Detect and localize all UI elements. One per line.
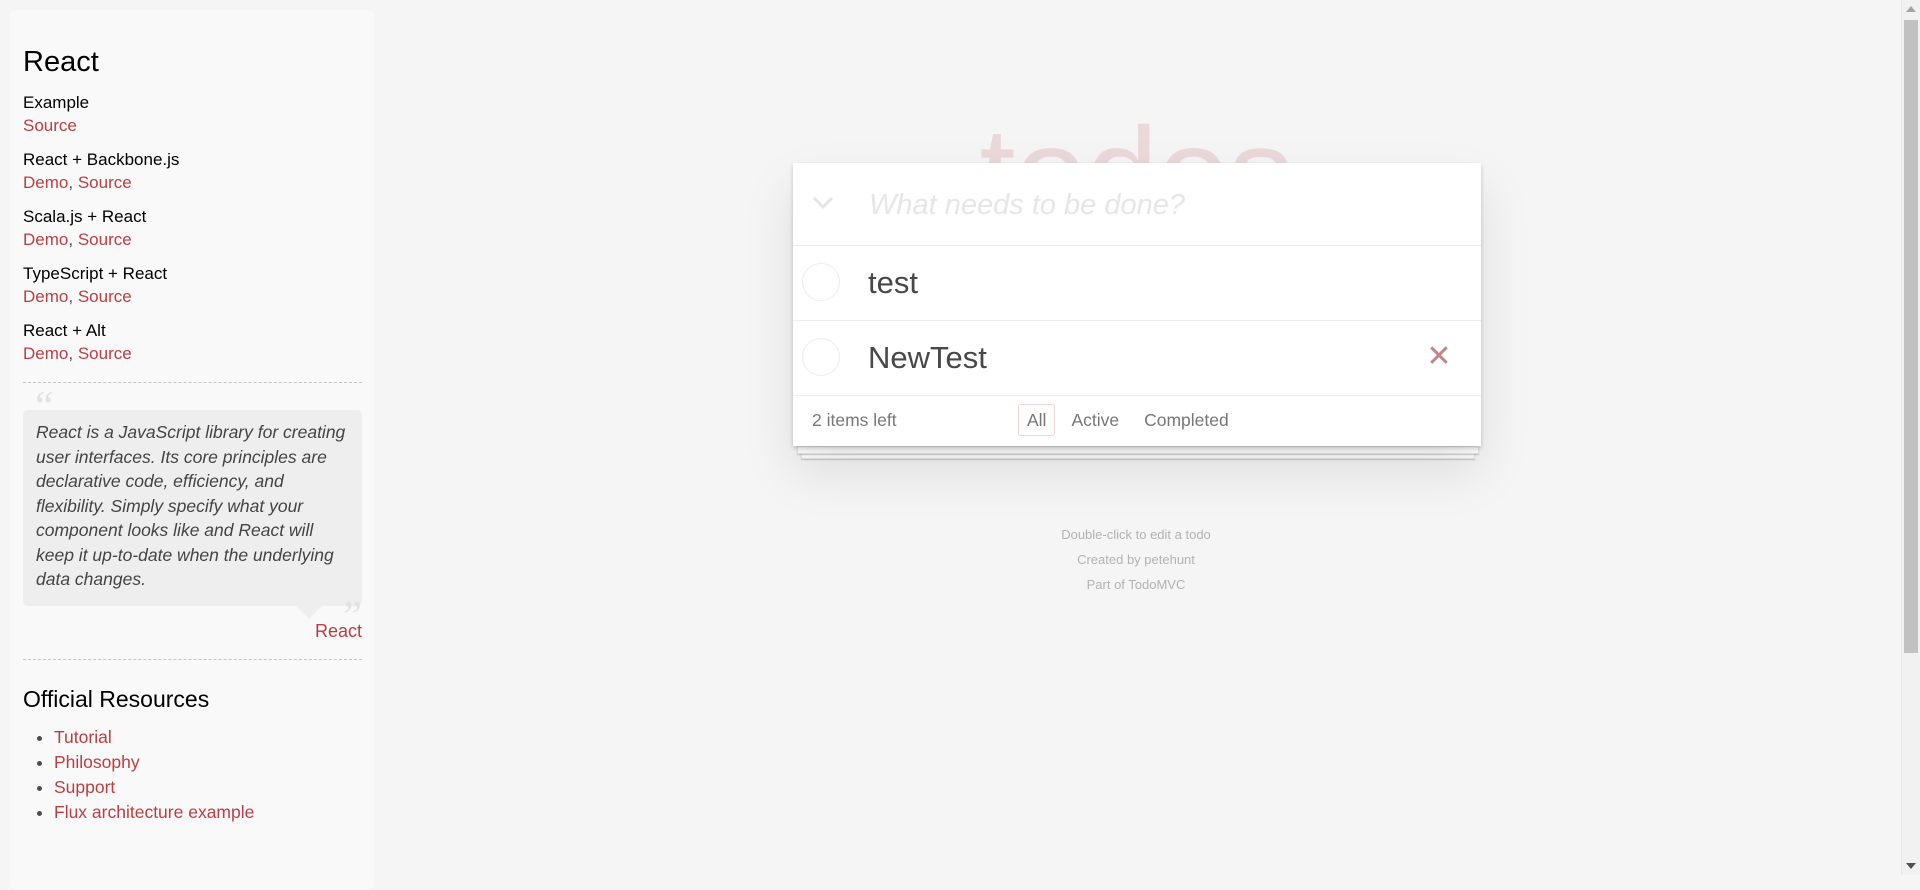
filter-active[interactable]: Active <box>1062 404 1128 436</box>
demo-link[interactable]: Demo <box>23 344 68 363</box>
created-by: Created by petehunt <box>1077 552 1195 567</box>
filter-all[interactable]: All <box>1018 404 1056 436</box>
todo-toggle-checkbox[interactable] <box>802 263 840 301</box>
link-separator: , <box>68 230 74 249</box>
source-link[interactable]: Source <box>23 116 77 135</box>
quote-arrow <box>296 605 322 619</box>
example-name: Scala.js + React <box>23 207 147 226</box>
resources-list: Tutorial Philosophy Support Flux archite… <box>23 725 362 825</box>
source-link[interactable]: Source <box>78 287 132 306</box>
todo-label[interactable]: test <box>868 246 918 320</box>
quote-block: “ React is a JavaScript library for crea… <box>23 386 362 642</box>
todo-header <box>793 163 1481 247</box>
example-name: TypeScript + React <box>23 264 168 283</box>
demo-link[interactable]: Demo <box>23 287 68 306</box>
example-item: React + Alt Demo, Source <box>23 319 362 365</box>
tutorial-link[interactable]: Tutorial <box>54 727 112 747</box>
example-name: Example <box>23 93 90 112</box>
part-of: Part of TodoMVC <box>1086 577 1186 592</box>
divider <box>23 382 362 383</box>
list-item: Support <box>54 775 362 800</box>
example-item: Example Source <box>23 91 362 137</box>
todo-item[interactable]: test <box>793 246 1481 321</box>
link-separator: , <box>68 287 74 306</box>
todo-footer: 2 items left All Active Completed <box>793 396 1481 446</box>
flux-example-link[interactable]: Flux architecture example <box>54 802 254 822</box>
todo-label[interactable]: NewTest <box>868 321 987 395</box>
chevron-down-icon[interactable] <box>801 181 845 225</box>
example-item: React + Backbone.js Demo, Source <box>23 148 362 194</box>
stack-shadow <box>797 446 1479 454</box>
edit-hint: Double-click to edit a todo <box>1061 527 1211 542</box>
filters: All Active Completed <box>1018 404 1245 436</box>
todo-toggle-checkbox[interactable] <box>802 338 840 376</box>
divider <box>23 658 362 660</box>
example-item: TypeScript + React Demo, Source <box>23 262 362 308</box>
example-name: React + Alt <box>23 321 106 340</box>
scroll-up-icon[interactable] <box>1906 6 1916 12</box>
list-item: Flux architecture example <box>54 800 362 825</box>
todo-app: test NewTest ✕ 2 items left All Active C… <box>793 163 1481 446</box>
new-todo-input[interactable] <box>867 163 1461 247</box>
list-item: Philosophy <box>54 750 362 775</box>
sidebar-title: React <box>23 46 99 78</box>
sidebar: React Example Source React + Backbone.js… <box>10 10 374 890</box>
info-footer: Double-click to edit a todo Created by p… <box>786 522 1486 597</box>
open-quote-icon: “ <box>31 384 55 430</box>
scrollbar[interactable] <box>1901 0 1920 875</box>
filter-completed[interactable]: Completed <box>1135 404 1238 436</box>
todo-item[interactable]: NewTest ✕ <box>793 321 1481 396</box>
items-left-count: 2 items left <box>812 410 897 430</box>
list-item: Tutorial <box>54 725 362 750</box>
example-item: Scala.js + React Demo, Source <box>23 205 362 251</box>
example-name: React + Backbone.js <box>23 150 180 169</box>
scrollbar-thumb[interactable] <box>1904 20 1918 653</box>
link-separator: , <box>68 173 74 192</box>
philosophy-link[interactable]: Philosophy <box>54 752 140 772</box>
link-separator: , <box>68 344 74 363</box>
resources-title: Official Resources <box>23 685 210 712</box>
support-link[interactable]: Support <box>54 777 115 797</box>
source-link[interactable]: Source <box>78 230 132 249</box>
quote-text: React is a JavaScript library for creati… <box>23 410 362 606</box>
close-quote-icon: ” <box>338 594 362 640</box>
source-link[interactable]: Source <box>78 344 132 363</box>
close-icon[interactable]: ✕ <box>1424 340 1454 374</box>
demo-link[interactable]: Demo <box>23 230 68 249</box>
demo-link[interactable]: Demo <box>23 173 68 192</box>
scroll-down-icon[interactable] <box>1906 863 1916 869</box>
source-link[interactable]: Source <box>78 173 132 192</box>
